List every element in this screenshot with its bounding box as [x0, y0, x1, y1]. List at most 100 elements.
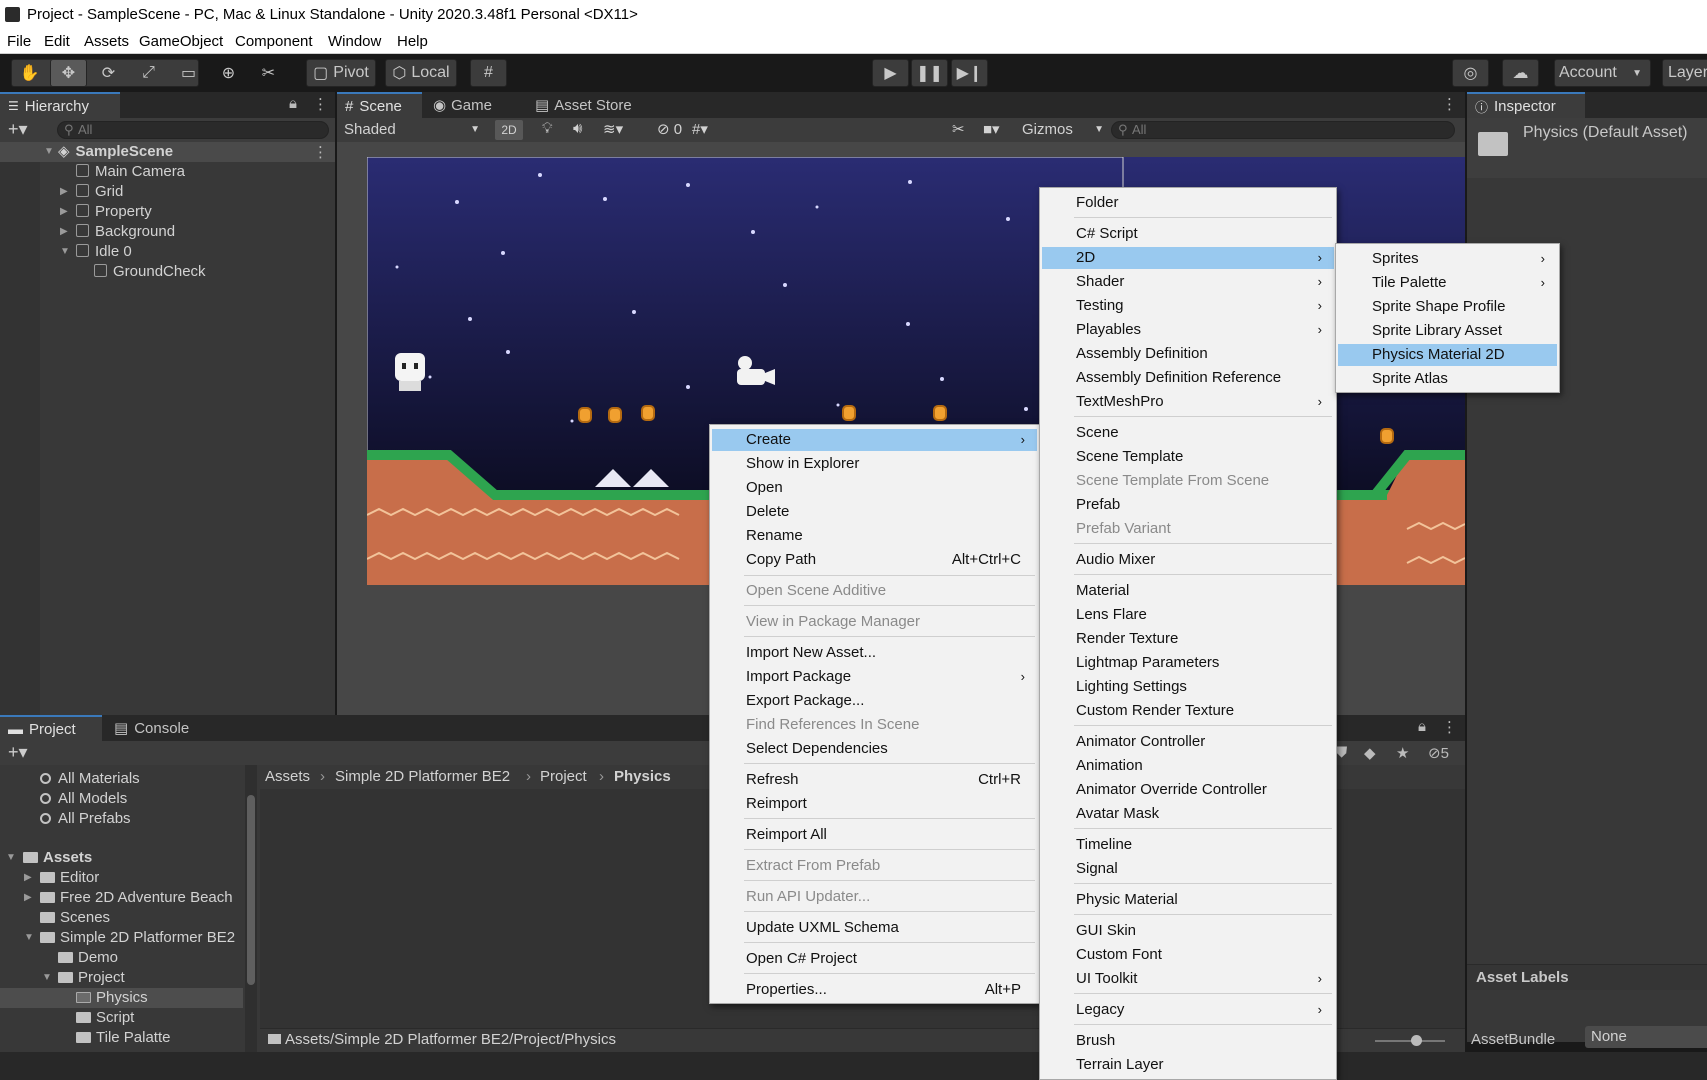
tab-hierarchy[interactable]: ☰ Hierarchy — [0, 92, 120, 118]
asset-labels-header[interactable]: Asset Labels — [1467, 964, 1707, 990]
menu-edit[interactable]: Edit — [44, 33, 70, 50]
pivot-button[interactable]: ▢ Pivot — [306, 59, 376, 87]
menu-item-assembly-definition[interactable]: Assembly Definition — [1042, 343, 1334, 365]
rotate-tool-icon[interactable]: ⟳ — [90, 59, 127, 87]
star-icon[interactable]: ★ — [1396, 744, 1409, 762]
favorite-all-prefabs[interactable]: All Prefabs — [40, 809, 131, 829]
lock-icon[interactable]: 🔒︎ — [1418, 718, 1426, 735]
collapse-arrow-icon[interactable]: ▶ — [60, 226, 68, 237]
menu-item-lighting-settings[interactable]: Lighting Settings — [1042, 676, 1334, 698]
menu-item-physic-material[interactable]: Physic Material — [1042, 889, 1334, 911]
tab-game[interactable]: ◉ Game — [425, 92, 515, 118]
assetbundle-dropdown[interactable]: None — [1585, 1026, 1707, 1048]
tree-assets[interactable]: Assets — [23, 848, 92, 868]
lock-icon[interactable]: 🔒︎ — [289, 95, 297, 112]
menu-item-folder[interactable]: Folder — [1042, 192, 1334, 214]
expand-arrow-icon[interactable]: ▼ — [6, 852, 16, 863]
menu-item-scene-template[interactable]: Scene Template — [1042, 446, 1334, 468]
menu-item-copy-path[interactable]: Copy Path Alt+Ctrl+C — [712, 549, 1037, 571]
favorite-all-materials[interactable]: All Materials — [40, 769, 140, 789]
layers-dropdown[interactable]: Layer — [1662, 59, 1707, 87]
breadcrumb-assets[interactable]: Assets — [265, 765, 310, 789]
play-button[interactable]: ▶ — [872, 59, 909, 87]
menu-item-refresh[interactable]: Refresh Ctrl+R — [712, 769, 1037, 791]
tree-physics[interactable]: Physics — [76, 988, 148, 1008]
menu-item-import-new-asset[interactable]: Import New Asset... — [712, 642, 1037, 664]
menu-item-custom-font[interactable]: Custom Font — [1042, 944, 1334, 966]
shading-mode-dropdown[interactable]: Shaded ▼ — [341, 119, 486, 141]
grid-snap-icon[interactable]: # — [470, 59, 507, 87]
hierarchy-item-main-camera[interactable]: Main Camera — [76, 162, 185, 182]
expand-arrow-icon[interactable]: ▼ — [24, 932, 34, 943]
expand-arrow-icon[interactable]: ▼ — [42, 972, 52, 983]
menu-item-sprite-shape-profile[interactable]: Sprite Shape Profile — [1338, 296, 1557, 318]
expand-arrow-icon[interactable]: ▼ — [60, 246, 70, 257]
hierarchy-item-background[interactable]: Background — [76, 222, 175, 242]
menu-item-ui-toolkit[interactable]: UI Toolkit › — [1042, 968, 1334, 990]
menu-item-legacy[interactable]: Legacy › — [1042, 999, 1334, 1021]
tree-editor[interactable]: Editor — [40, 868, 99, 888]
hierarchy-item-groundcheck[interactable]: GroundCheck — [94, 262, 206, 282]
menu-item-shader[interactable]: Shader › — [1042, 271, 1334, 293]
menu-item-delete[interactable]: Delete — [712, 501, 1037, 523]
scene-options-icon[interactable]: ⋮ — [313, 143, 328, 161]
menu-file[interactable]: File — [7, 33, 31, 50]
collapse-arrow-icon[interactable]: ▶ — [24, 892, 32, 903]
cloud-icon[interactable]: ☁ — [1502, 59, 1539, 87]
breadcrumb-simple-2d-platformer-be2[interactable]: Simple 2D Platformer BE2 — [335, 765, 510, 789]
tree-script[interactable]: Script — [76, 1008, 134, 1028]
menu-item-select-dependencies[interactable]: Select Dependencies — [712, 738, 1037, 760]
menu-item-import-package[interactable]: Import Package › — [712, 666, 1037, 688]
tab-asset-store[interactable]: ▤ Asset Store — [527, 92, 647, 118]
audio-icon[interactable]: 🔊︎ — [573, 120, 582, 137]
tab-scene[interactable]: # Scene — [337, 92, 422, 118]
account-dropdown[interactable]: Account ▼ — [1554, 59, 1651, 87]
hierarchy-item-idle-0[interactable]: Idle 0 — [76, 242, 132, 262]
tree-simple-2d-platformer-be2[interactable]: Simple 2D Platformer BE2 — [40, 928, 245, 948]
menu-item-physics-material-2d[interactable]: Physics Material 2D — [1338, 344, 1557, 366]
hierarchy-item-property[interactable]: Property — [76, 202, 152, 222]
scale-tool-icon[interactable]: ⤢ — [130, 59, 167, 87]
hierarchy-item-grid[interactable]: Grid — [76, 182, 123, 202]
menu-item-sprite-atlas[interactable]: Sprite Atlas — [1338, 368, 1557, 390]
rect-tool-icon[interactable]: ▭ — [170, 59, 207, 87]
menu-item-reimport[interactable]: Reimport — [712, 793, 1037, 815]
menu-item-tile-palette[interactable]: Tile Palette › — [1338, 272, 1557, 294]
breadcrumb-project[interactable]: Project — [540, 765, 587, 789]
collab-icon[interactable]: ◎ — [1452, 59, 1489, 87]
menu-item-lens-flare[interactable]: Lens Flare — [1042, 604, 1334, 626]
menu-item-timeline[interactable]: Timeline — [1042, 834, 1334, 856]
hidden-packages-toggle[interactable]: ⊘5 — [1428, 744, 1449, 762]
menu-item-create[interactable]: Create › — [712, 429, 1037, 451]
label-icon[interactable]: ◆ — [1364, 744, 1376, 762]
move-tool-icon[interactable]: ✥ — [50, 59, 87, 87]
camera-icon[interactable]: ■▾ — [983, 120, 1000, 138]
tree-project[interactable]: Project — [58, 968, 125, 988]
menu-item-material[interactable]: Material — [1042, 580, 1334, 602]
tree-demo[interactable]: Demo — [58, 948, 118, 968]
kebab-menu-icon[interactable]: ⋮ — [1442, 718, 1457, 736]
local-button[interactable]: ⬡ Local — [385, 59, 457, 87]
menu-item-brush[interactable]: Brush — [1042, 1030, 1334, 1052]
menu-item-update-uxml-schema[interactable]: Update UXML Schema — [712, 917, 1037, 939]
tab-project[interactable]: ▬ Project — [0, 715, 102, 741]
menu-item-lightmap-parameters[interactable]: Lightmap Parameters — [1042, 652, 1334, 674]
menu-item-sprite-library-asset[interactable]: Sprite Library Asset — [1338, 320, 1557, 342]
gizmos-dropdown[interactable]: Gizmos ▼ — [1020, 119, 1108, 141]
menu-item-prefab[interactable]: Prefab — [1042, 494, 1334, 516]
menu-item-rename[interactable]: Rename — [712, 525, 1037, 547]
pause-button[interactable]: ❚❚ — [911, 59, 948, 87]
menu-window[interactable]: Window — [328, 33, 381, 50]
slider-thumb[interactable] — [1411, 1035, 1422, 1046]
menu-item-properties[interactable]: Properties... Alt+P — [712, 979, 1037, 1001]
tab-inspector[interactable]: ⓘ Inspector — [1467, 92, 1585, 118]
favorite-all-models[interactable]: All Models — [40, 789, 127, 809]
menu-gameobject[interactable]: GameObject — [139, 33, 223, 50]
menu-item-textmeshpro[interactable]: TextMeshPro › — [1042, 391, 1334, 413]
tree-tile-palatte[interactable]: Tile Palatte — [76, 1028, 170, 1048]
menu-item-assembly-definition-reference[interactable]: Assembly Definition Reference — [1042, 367, 1334, 389]
menu-item-render-texture[interactable]: Render Texture — [1042, 628, 1334, 650]
filter-type-icon[interactable]: ⛊ — [1336, 744, 1347, 761]
icon-size-slider[interactable] — [1375, 1035, 1445, 1046]
add-icon[interactable]: +▾ — [8, 119, 28, 140]
